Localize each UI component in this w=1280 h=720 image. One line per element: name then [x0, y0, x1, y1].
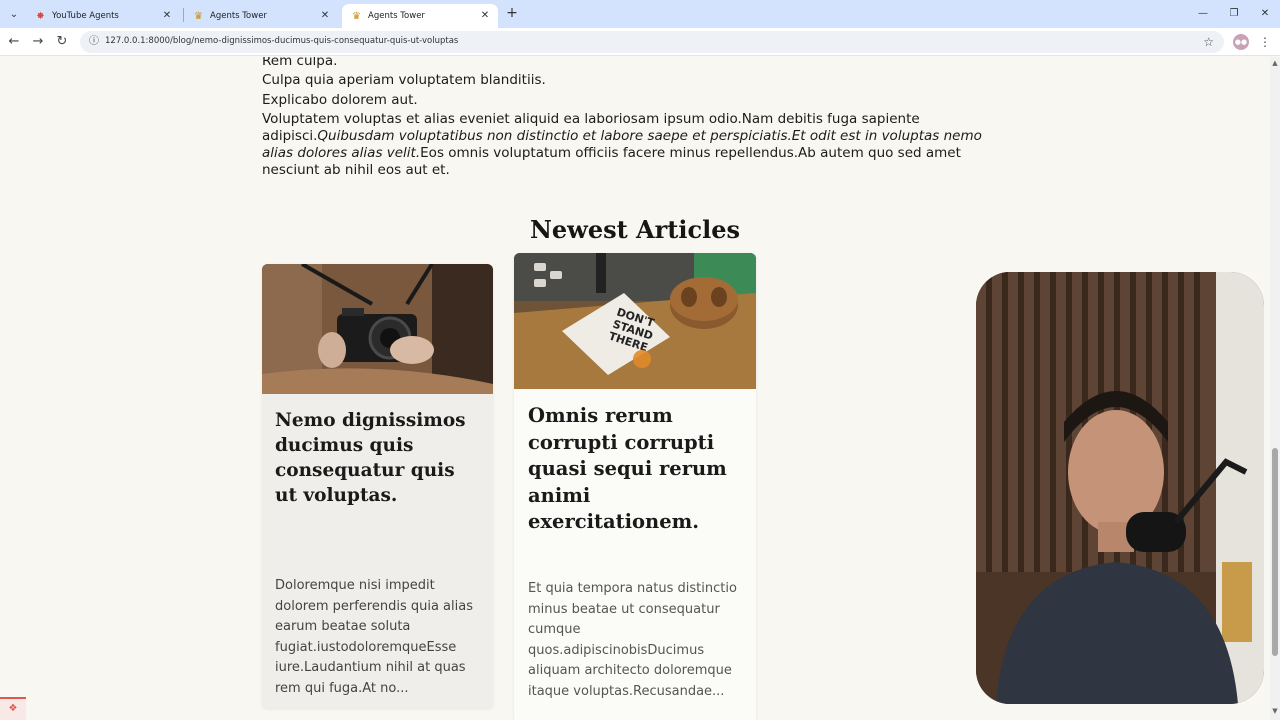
desk-photo-illustration: DON'T STAND THERE	[514, 253, 756, 389]
bookmark-star-icon[interactable]: ☆	[1203, 33, 1214, 51]
scrollbar-thumb[interactable]	[1272, 448, 1278, 656]
presenter-video-frame	[976, 272, 1264, 704]
card-image-camera[interactable]	[262, 264, 493, 394]
tower-icon: ♛	[194, 10, 203, 22]
browser-tab-agents-tower-active[interactable]: ♛ Agents Tower ✕	[342, 4, 498, 28]
close-icon[interactable]: ✕	[478, 9, 492, 23]
card-excerpt: Doloremque nisi impedit dolorem perferen…	[275, 578, 473, 696]
close-icon[interactable]: ✕	[160, 9, 174, 23]
forward-arrow-icon[interactable]: →	[28, 32, 48, 52]
article-line: Rem culpa.	[262, 57, 338, 69]
card-image-desk[interactable]: DON'T STAND THERE	[514, 253, 756, 389]
address-url[interactable]: 127.0.0.1:8000/blog/nemo-dignissimos-duc…	[105, 36, 458, 46]
close-icon[interactable]: ✕	[318, 9, 332, 23]
card-title[interactable]: Omnis rerum corrupti corrupti quasi sequ…	[528, 403, 743, 536]
camera-photo-illustration	[262, 264, 493, 394]
tower-icon: ♛	[352, 10, 361, 22]
restore-icon[interactable]: ❐	[1224, 4, 1244, 24]
debug-toolbar-icon[interactable]: ❖	[0, 697, 26, 720]
profile-avatar[interactable]: ●●	[1233, 34, 1249, 50]
scroll-up-arrow-icon[interactable]: ▲	[1271, 59, 1279, 67]
article-card[interactable]: Nemo dignissimos ducimus quis consequatu…	[262, 264, 493, 708]
tab-search-chevron-icon[interactable]: ⌄	[4, 4, 24, 24]
back-arrow-icon[interactable]: ←	[4, 32, 24, 52]
minimize-icon[interactable]: —	[1193, 4, 1213, 24]
card-excerpt: Et quia tempora natus distinctio minus b…	[528, 581, 737, 699]
burst-icon: ✸	[36, 10, 45, 22]
browser-tab-strip: ⌄ ✸ YouTube Agents ✕ ♛ Agents Tower ✕ ♛ …	[0, 0, 1280, 28]
cursor-highlight	[633, 350, 651, 368]
reload-icon[interactable]: ↻	[52, 32, 72, 52]
article-line: Culpa quia aperiam voluptatem blanditiis…	[262, 72, 546, 88]
article-line: Explicabo dolorem aut.	[262, 92, 418, 108]
card-title[interactable]: Nemo dignissimos ducimus quis consequatu…	[275, 408, 480, 508]
newest-articles-heading: Newest Articles	[529, 215, 741, 244]
article-card[interactable]: DON'T STAND THERE Omnis rerum corrupti c…	[514, 253, 756, 720]
webcam-overlay	[976, 272, 1264, 704]
new-tab-plus-icon[interactable]: +	[504, 5, 520, 21]
site-info-icon[interactable]: ⓘ	[86, 34, 102, 50]
scroll-down-arrow-icon[interactable]: ▼	[1271, 707, 1279, 715]
kebab-menu-icon[interactable]: ⋮	[1258, 34, 1272, 50]
article-paragraph: Voluptatem voluptas et alias eveniet ali…	[262, 111, 1002, 179]
address-bar[interactable]: ⓘ 127.0.0.1:8000/blog/nemo-dignissimos-d…	[80, 31, 1224, 53]
window-close-icon[interactable]: ✕	[1255, 4, 1275, 24]
browser-tab-agents-tower[interactable]: ♛ Agents Tower ✕	[184, 4, 338, 28]
browser-tab-youtube-agents[interactable]: ✸ YouTube Agents ✕	[26, 4, 180, 28]
browser-toolbar: ← → ↻ ⓘ 127.0.0.1:8000/blog/nemo-digniss…	[0, 28, 1280, 56]
